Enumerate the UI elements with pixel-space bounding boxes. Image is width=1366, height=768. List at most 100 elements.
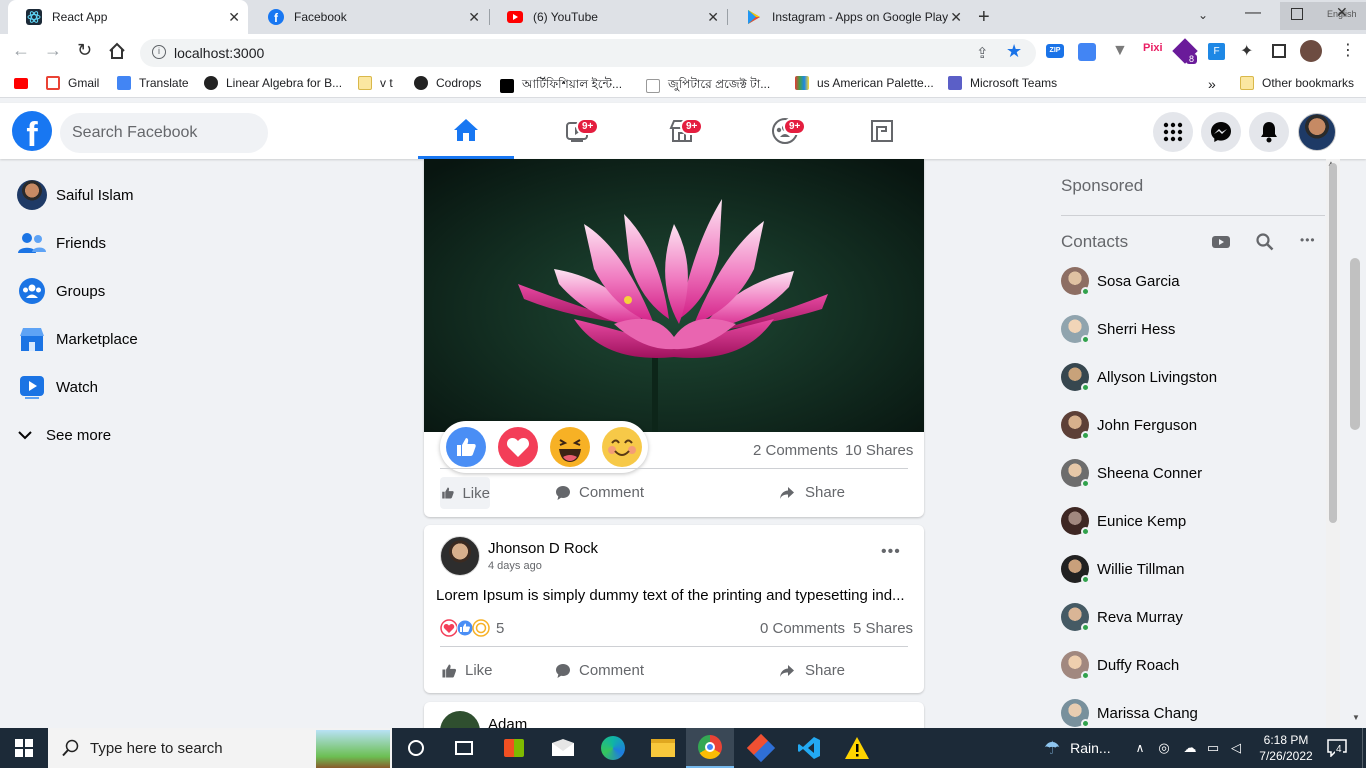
search-icon[interactable] <box>1256 233 1274 256</box>
onedrive-icon[interactable]: ☁ <box>1180 728 1200 768</box>
nav-watch[interactable]: 9+ <box>530 103 626 159</box>
contact-item[interactable]: Allyson Livingston <box>1061 359 1217 395</box>
bookmark-teams[interactable]: Microsoft Teams <box>948 76 1057 90</box>
side-panel-icon[interactable] <box>1272 44 1286 58</box>
clock[interactable]: 6:18 PM 7/26/2022 <box>1250 728 1322 768</box>
close-tab-icon[interactable]: ✕ <box>228 9 240 26</box>
zip-extension-icon[interactable]: ZIP <box>1046 44 1064 58</box>
like-button[interactable]: Like <box>441 662 493 679</box>
volume-icon[interactable]: ◁ <box>1226 728 1246 768</box>
love-reaction-icon[interactable] <box>498 427 538 467</box>
reaction-summary[interactable]: 5 <box>440 619 504 637</box>
bookmark-jupyter[interactable]: জুপিটারে প্রজেক্ট টা... <box>646 76 770 96</box>
sidebar-item-friends[interactable]: Friends <box>16 223 106 263</box>
minimize-button[interactable]: — <box>1245 4 1261 22</box>
facebook-logo[interactable]: f <box>12 111 52 151</box>
contact-item[interactable]: Eunice Kemp <box>1061 503 1186 539</box>
comment-button[interactable]: Comment <box>555 662 644 679</box>
messenger-button[interactable] <box>1201 112 1241 152</box>
share-button[interactable]: Share <box>779 662 845 679</box>
cortana-icon[interactable] <box>400 728 432 768</box>
contact-item[interactable]: Sherri Hess <box>1061 311 1175 347</box>
sidebar-item-watch[interactable]: Watch <box>16 367 98 407</box>
contact-item[interactable]: Duffy Roach <box>1061 647 1179 683</box>
bookmark-youtube[interactable] <box>14 76 36 89</box>
like-reaction-icon[interactable] <box>446 427 486 467</box>
shares-count[interactable]: 5 Shares <box>853 620 913 637</box>
more-options-icon[interactable]: ••• <box>881 543 901 561</box>
extensions-puzzle-icon[interactable]: ✦ <box>1240 41 1253 61</box>
mail-app-icon[interactable] <box>546 728 580 768</box>
search-input[interactable]: Search Facebook <box>72 124 197 142</box>
scroll-down-arrow[interactable]: ▼ <box>1352 713 1360 722</box>
weather-widget[interactable]: ☂ Rain... <box>1044 728 1124 768</box>
comments-count[interactable]: 2 Comments <box>753 442 838 459</box>
contact-item[interactable]: Marissa Chang <box>1061 695 1198 731</box>
close-tab-icon[interactable]: ✕ <box>950 9 962 26</box>
avatar[interactable] <box>440 536 480 576</box>
git-app-icon[interactable] <box>744 728 778 768</box>
warning-app-icon[interactable] <box>840 728 874 768</box>
font-extension-icon[interactable]: F <box>1208 43 1225 60</box>
task-view-icon[interactable] <box>448 728 480 768</box>
bookmark-palette[interactable]: us American Palette... <box>795 76 934 90</box>
like-button[interactable]: Like <box>440 477 490 509</box>
close-window-button[interactable]: ✕ <box>1336 4 1348 21</box>
bookmark-codrops[interactable]: Codrops <box>414 76 481 90</box>
contact-item[interactable]: Willie Tillman <box>1061 551 1185 587</box>
bookmark-translate[interactable]: Translate <box>117 76 189 90</box>
bookmark-gmail[interactable]: Gmail <box>46 76 99 90</box>
nav-marketplace[interactable]: 9+ <box>634 103 730 159</box>
reload-button[interactable]: ↻ <box>77 40 92 61</box>
translate-extension-icon[interactable] <box>1078 43 1096 61</box>
edge-app-icon[interactable] <box>596 728 630 768</box>
address-bar[interactable]: i localhost:3000 ⇪ ★ <box>140 39 1036 67</box>
shares-count[interactable]: 10 Shares <box>845 442 913 459</box>
bookmark-star-icon[interactable]: ★ <box>1006 41 1022 62</box>
pixi-extension-icon[interactable]: Pixi <box>1143 42 1163 54</box>
scrollbar[interactable]: ▲ <box>1326 159 1340 728</box>
nav-gaming[interactable] <box>834 103 930 159</box>
tab-youtube[interactable]: (6) YouTube ✕ <box>489 0 727 34</box>
forward-button[interactable]: → <box>44 40 62 61</box>
contact-item[interactable]: John Ferguson <box>1061 407 1197 443</box>
contact-item[interactable]: Sheena Conner <box>1061 455 1202 491</box>
vscode-app-icon[interactable] <box>792 728 826 768</box>
other-bookmarks[interactable]: Other bookmarks <box>1240 76 1354 90</box>
tab-search-icon[interactable]: ⌄ <box>1198 8 1208 22</box>
share-button[interactable]: Share <box>779 484 845 501</box>
bookmark-vt[interactable]: v t <box>358 76 393 90</box>
comments-count[interactable]: 0 Comments <box>760 620 845 637</box>
menu-button[interactable] <box>1153 112 1193 152</box>
show-desktop-button[interactable] <box>1362 728 1366 768</box>
see-more-button[interactable]: See more <box>18 415 111 455</box>
sidebar-item-profile[interactable]: Saiful Islam <box>16 175 134 215</box>
file-explorer-icon[interactable] <box>646 728 680 768</box>
outer-scrollbar-thumb[interactable] <box>1350 258 1360 430</box>
taskbar-search[interactable]: Type here to search <box>48 728 392 768</box>
contact-item[interactable]: Sosa Garcia <box>1061 263 1180 299</box>
site-info-icon[interactable]: i <box>152 45 166 59</box>
nav-groups[interactable]: 9+ <box>737 103 833 159</box>
start-button[interactable] <box>0 728 48 768</box>
chrome-app-icon[interactable] <box>686 728 734 768</box>
video-call-icon[interactable] <box>1212 235 1230 254</box>
sidebar-item-marketplace[interactable]: Marketplace <box>16 319 138 359</box>
share-page-icon[interactable]: ⇪ <box>976 44 989 62</box>
back-button[interactable]: ← <box>12 40 30 61</box>
new-tab-button[interactable]: + <box>978 6 990 29</box>
notifications-button[interactable] <box>1249 112 1289 152</box>
scrollbar-thumb[interactable] <box>1329 163 1337 523</box>
haha-reaction-icon[interactable] <box>550 427 590 467</box>
notification-center-icon[interactable]: 4 <box>1322 728 1352 768</box>
tab-facebook[interactable]: f Facebook ✕ <box>250 0 488 34</box>
tab-instagram-play[interactable]: Instagram - Apps on Google Play ✕ <box>728 0 966 34</box>
post-timestamp[interactable]: 4 days ago <box>488 560 542 572</box>
account-avatar[interactable] <box>1298 113 1336 151</box>
comment-button[interactable]: Comment <box>555 484 644 501</box>
tab-react-app[interactable]: React App ✕ <box>8 0 248 34</box>
bookmark-linear-algebra[interactable]: Linear Algebra for B... <box>204 76 342 90</box>
smile-reaction-icon[interactable] <box>602 427 642 467</box>
home-icon[interactable] <box>108 42 126 65</box>
store-app-icon[interactable] <box>498 728 530 768</box>
